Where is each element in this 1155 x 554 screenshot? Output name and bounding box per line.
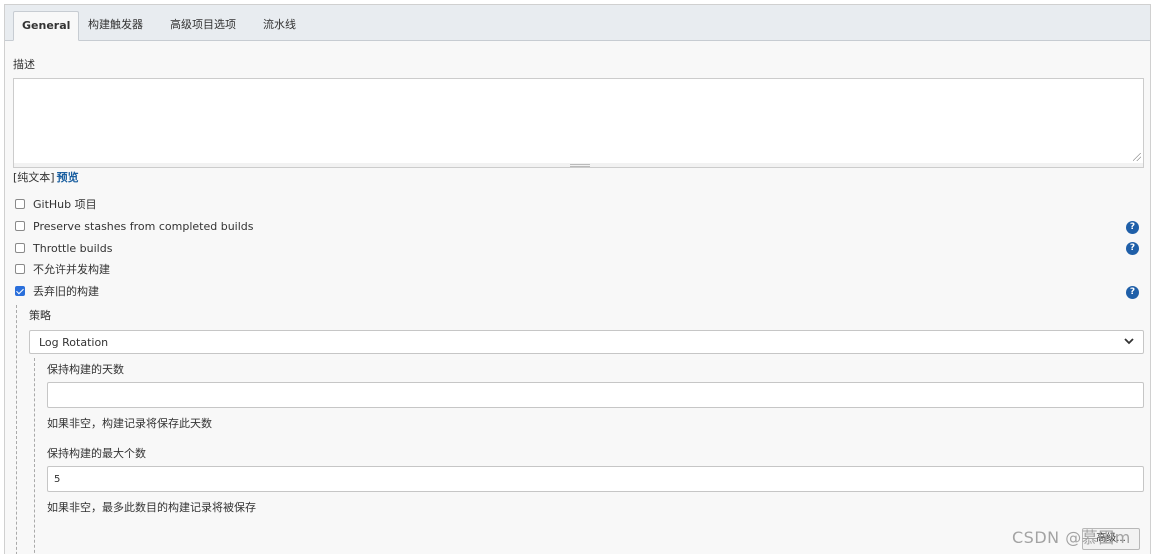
- days-to-keep-input[interactable]: [47, 382, 1144, 408]
- days-to-keep-hint: 如果非空，构建记录将保存此天数: [47, 417, 212, 430]
- preserve-stashes-label: Preserve stashes from completed builds: [33, 219, 254, 233]
- help-icon[interactable]: ?: [1126, 286, 1139, 299]
- max-builds-value: 5: [54, 474, 61, 485]
- tab-bar: General 构建触发器 高级项目选项 流水线: [5, 5, 1150, 41]
- option-preserve-stashes[interactable]: Preserve stashes from completed builds: [15, 218, 254, 234]
- days-to-keep-label: 保持构建的天数: [47, 363, 124, 376]
- preview-link[interactable]: 预览: [57, 171, 79, 184]
- no-concurrent-builds-checkbox[interactable]: [15, 264, 25, 274]
- preserve-stashes-checkbox[interactable]: [15, 221, 25, 231]
- strategy-label: 策略: [29, 309, 51, 322]
- tab-advanced-project-options[interactable]: 高级项目选项: [162, 11, 244, 41]
- nested-section-guide: [16, 305, 17, 554]
- plain-text-label: [纯文本]: [13, 171, 55, 184]
- format-switch: [纯文本] 预览: [13, 169, 79, 185]
- max-builds-hint: 如果非空，最多此数目的构建记录将被保存: [47, 501, 256, 514]
- description-label: 描述: [13, 58, 35, 71]
- tab-pipeline[interactable]: 流水线: [255, 11, 304, 41]
- discard-old-builds-checkbox[interactable]: [15, 286, 25, 296]
- strategy-section-guide: [34, 358, 35, 554]
- max-builds-label: 保持构建的最大个数: [47, 447, 146, 460]
- tab-build-triggers[interactable]: 构建触发器: [80, 11, 151, 41]
- help-icon[interactable]: ?: [1126, 242, 1139, 255]
- watermark-text: CSDN @慕田m: [1012, 528, 1131, 547]
- resize-corner-icon[interactable]: [1133, 153, 1141, 161]
- throttle-builds-checkbox[interactable]: [15, 243, 25, 253]
- max-builds-input[interactable]: 5: [47, 466, 1144, 492]
- job-config-panel: General 构建触发器 高级项目选项 流水线 描述 [纯文本] 预览 GitH…: [4, 4, 1151, 554]
- chevron-down-icon: [1124, 338, 1134, 345]
- strategy-selected-value: Log Rotation: [39, 336, 109, 349]
- description-textarea[interactable]: [13, 78, 1144, 164]
- github-project-label: GitHub 项目: [33, 198, 97, 211]
- discard-old-builds-label: 丢弃旧的构建: [33, 285, 99, 298]
- option-no-concurrent-builds[interactable]: 不允许并发构建: [15, 261, 110, 277]
- throttle-builds-label: Throttle builds: [33, 241, 113, 255]
- github-project-checkbox[interactable]: [15, 199, 25, 209]
- tab-general[interactable]: General: [13, 11, 80, 41]
- option-discard-old-builds[interactable]: 丢弃旧的构建: [15, 283, 99, 299]
- strategy-select[interactable]: Log Rotation: [29, 330, 1144, 354]
- option-github-project[interactable]: GitHub 项目: [15, 196, 97, 212]
- help-icon[interactable]: ?: [1126, 221, 1139, 234]
- option-throttle-builds[interactable]: Throttle builds: [15, 240, 112, 256]
- textarea-resize-handle[interactable]: [13, 163, 1144, 168]
- no-concurrent-builds-label: 不允许并发构建: [33, 263, 110, 276]
